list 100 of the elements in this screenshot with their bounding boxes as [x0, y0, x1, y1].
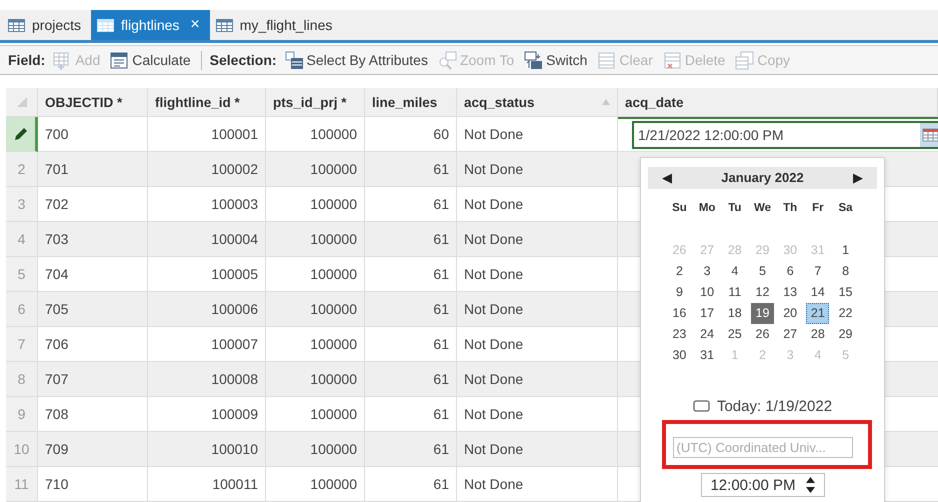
calendar-day[interactable]: 4 — [723, 260, 746, 282]
calendar-day[interactable]: 13 — [778, 282, 802, 303]
group-label: Field: — [8, 52, 46, 68]
calendar-day[interactable]: 22 — [834, 302, 858, 324]
tab[interactable]: my_flight_lines — [210, 10, 342, 40]
toolbar-button[interactable]: Select By Attributes — [282, 50, 430, 70]
table-cell: 100000 — [266, 467, 365, 502]
calendar-day[interactable]: 16 — [668, 302, 691, 324]
corner-cell[interactable] — [6, 88, 38, 117]
table-cell: 100010 — [148, 432, 266, 467]
table-cell: 100011 — [148, 467, 266, 502]
calendar-day[interactable]: 2 — [668, 260, 691, 282]
calendar-day[interactable]: 17 — [696, 302, 719, 324]
table-icon — [216, 18, 233, 32]
calendar-day[interactable]: 14 — [806, 282, 830, 303]
column-header[interactable]: acq_date — [618, 88, 938, 117]
calendar-day[interactable]: 3 — [696, 260, 719, 282]
table-cell: 100004 — [148, 222, 266, 257]
table-cell: Not Done — [457, 362, 618, 397]
calendar-day[interactable]: 15 — [834, 282, 858, 303]
toolbar-button[interactable]: Switch — [522, 50, 590, 70]
calendar-day[interactable]: 24 — [696, 324, 719, 345]
table-cell: 100008 — [148, 362, 266, 397]
table-cell: 703 — [38, 222, 148, 257]
tab[interactable]: projects — [2, 10, 92, 40]
table-cell: 61 — [365, 362, 457, 397]
copy-icon — [735, 50, 754, 70]
calendar-day[interactable]: 5 — [751, 260, 774, 282]
calendar-day[interactable]: 27 — [778, 324, 802, 345]
calendar-day[interactable]: 7 — [806, 260, 830, 282]
table-cell: Not Done — [457, 292, 618, 327]
table-cell: 100002 — [148, 152, 266, 187]
table-cell: Not Done — [457, 432, 618, 467]
calendar-day[interactable]: 23 — [668, 324, 691, 345]
weekday-label: Mo — [698, 201, 716, 216]
column-header[interactable]: acq_status — [457, 88, 618, 117]
toolbar-button[interactable]: Calculate — [108, 50, 193, 70]
weekday-label: Su — [671, 201, 688, 216]
time-spinner[interactable]: 12:00:00 PM — [700, 473, 824, 498]
spinner-icon[interactable] — [806, 477, 815, 494]
table-cell: 100000 — [266, 222, 365, 257]
weekday-label: Th — [782, 201, 798, 216]
table-cell: Not Done — [457, 152, 618, 187]
today-icon — [692, 400, 710, 412]
row-header[interactable] — [6, 117, 38, 152]
today-link[interactable]: Today: 1/19/2022 — [716, 398, 832, 415]
calendar-day[interactable]: 21 — [806, 302, 830, 324]
calendar-day[interactable]: 8 — [834, 260, 858, 282]
calendar-day[interactable]: 29 — [834, 324, 858, 345]
group-label: Selection: — [210, 52, 277, 68]
table-cell: 100000 — [266, 432, 365, 467]
weekday-label: We — [752, 201, 772, 216]
table-cell: 707 — [38, 362, 148, 397]
calendar-day[interactable]: 10 — [696, 282, 719, 303]
select-table-icon — [284, 50, 304, 70]
tab[interactable]: flightlines × — [91, 10, 210, 40]
calendar-day[interactable]: 11 — [723, 282, 746, 303]
weekday-label: Sa — [838, 201, 854, 216]
switch-icon — [524, 50, 544, 70]
pencil-icon — [14, 127, 28, 141]
next-month-button[interactable]: ▶ — [849, 170, 867, 186]
sort-icon — [602, 99, 610, 105]
previous-month-button[interactable]: ◀ — [658, 170, 676, 186]
calendar-day[interactable]: 12 — [751, 282, 774, 303]
calendar-day[interactable]: 19 — [751, 302, 774, 324]
calendar-day[interactable]: 18 — [723, 302, 746, 324]
calendar-day[interactable]: 9 — [668, 282, 691, 303]
calendar-day[interactable]: 25 — [723, 324, 746, 345]
column-header[interactable]: flightline_id * — [148, 88, 266, 117]
table-cell: 61 — [365, 222, 457, 257]
calendar-day[interactable]: 30 — [668, 344, 691, 366]
table-cell: 705 — [38, 292, 148, 327]
calendar-day[interactable]: 26 — [751, 324, 774, 345]
clear-icon — [597, 50, 616, 70]
table-cell: Not Done — [457, 467, 618, 502]
table-cell: 100006 — [148, 292, 266, 327]
table-cell: 100000 — [266, 152, 365, 187]
table-cell: 61 — [365, 152, 457, 187]
calendar-day[interactable]: 1 — [834, 240, 858, 261]
table-cell: 701 — [38, 152, 148, 187]
weekday-label: Fr — [811, 201, 825, 216]
delete-icon — [662, 50, 682, 70]
calendar-day[interactable]: 6 — [778, 260, 802, 282]
table-cell: 100000 — [266, 362, 365, 397]
column-header[interactable]: OBJECTID * — [38, 88, 148, 117]
table-cell: Not Done — [457, 222, 618, 257]
column-header[interactable]: pts_id_prj * — [266, 88, 365, 117]
calendar-day[interactable]: 31 — [696, 344, 719, 366]
table-cell: 710 — [38, 467, 148, 502]
calendar-icon[interactable] — [920, 123, 938, 147]
table-cell: 100000 — [266, 292, 365, 327]
table-icon — [97, 18, 114, 32]
weekday-label: Tu — [727, 201, 742, 216]
table-cell: 61 — [365, 292, 457, 327]
calendar-day[interactable]: 28 — [806, 324, 830, 345]
calendar-day[interactable]: 20 — [778, 302, 802, 324]
table-icon — [8, 18, 25, 32]
close-icon[interactable]: × — [190, 16, 200, 34]
date-input[interactable]: 1/21/2022 12:00:00 PM — [632, 121, 938, 149]
column-header[interactable]: line_miles — [365, 88, 457, 117]
